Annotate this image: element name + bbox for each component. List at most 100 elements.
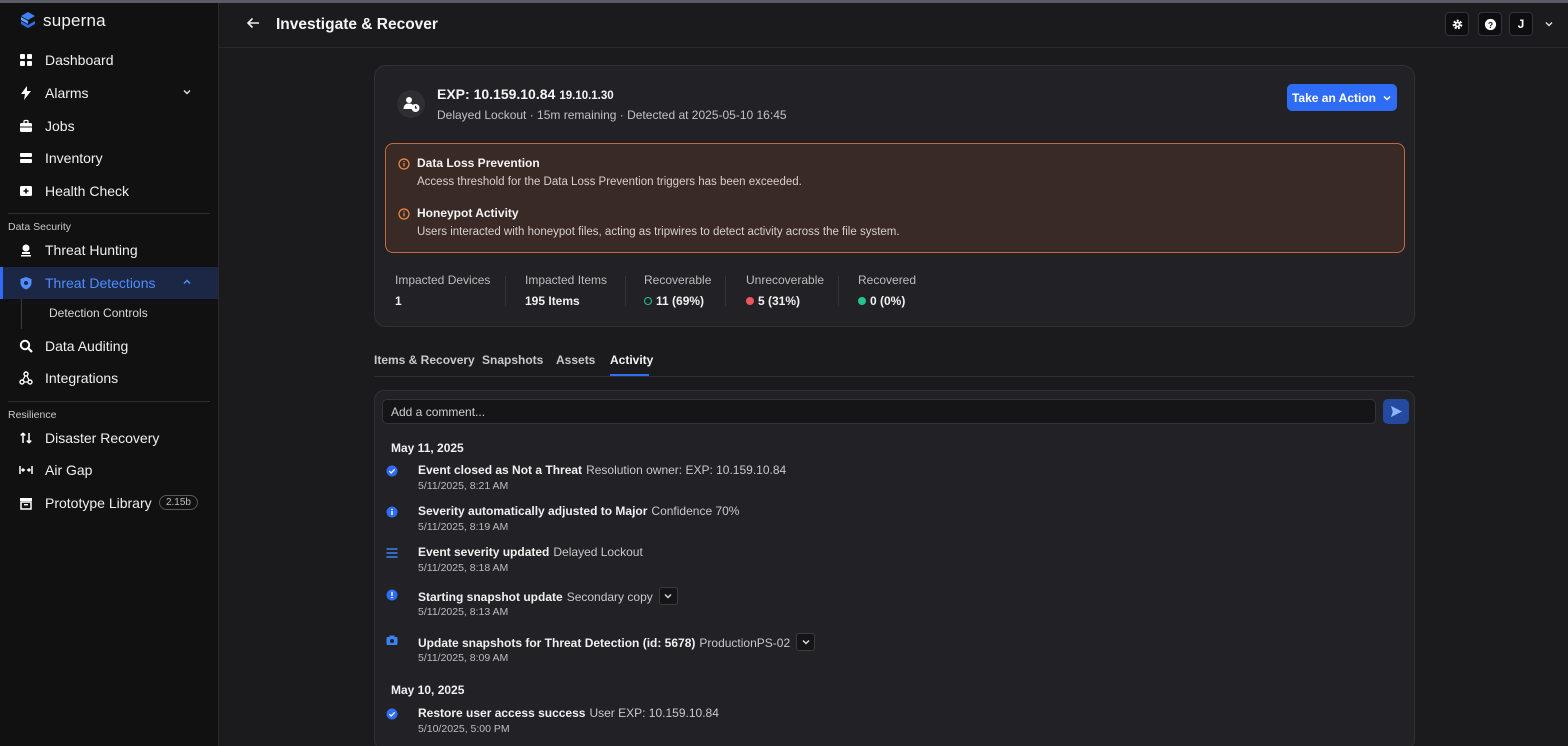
sidebar-item-label: Disaster Recovery <box>45 430 160 446</box>
brand-logo[interactable]: superna <box>19 11 106 31</box>
grid-icon <box>19 53 33 67</box>
tab-activity[interactable]: Activity <box>610 353 653 367</box>
chevron-down-icon[interactable] <box>1544 19 1554 29</box>
expand-button[interactable] <box>796 633 816 651</box>
stat-impacted-devices: Impacted Devices 1 <box>395 273 490 308</box>
activity-entry-detail: Secondary copy <box>566 590 653 605</box>
sidebar-item-label: Integrations <box>45 370 119 386</box>
activity-entry-detail: Delayed Lockout <box>553 545 643 559</box>
stat-label: Unrecoverable <box>746 273 825 287</box>
camera-icon <box>385 633 399 647</box>
sidebar: superna Dashboard Alarms Jobs Inventory … <box>0 3 219 746</box>
tab-assets[interactable]: Assets <box>556 353 595 367</box>
sidebar-item-health-check[interactable]: Health Check <box>0 175 218 207</box>
sidebar-item-label: Alarms <box>45 85 89 101</box>
page-title: Investigate & Recover <box>276 16 438 33</box>
back-arrow-icon[interactable] <box>246 16 260 30</box>
sidebar-item-threat-detections[interactable]: Threat Detections <box>0 267 218 299</box>
app-window: superna Dashboard Alarms Jobs Inventory … <box>0 0 1568 746</box>
stat-value: 0 (0%) <box>858 294 916 308</box>
question-icon: ? <box>1484 18 1496 30</box>
stat-value: 195 Items <box>525 294 580 308</box>
comment-input[interactable] <box>382 399 1376 424</box>
send-icon <box>1390 405 1402 418</box>
stat-value: 1 <box>395 294 402 308</box>
alert-title: Honeypot Activity <box>417 206 519 220</box>
chevron-down-icon <box>664 594 672 599</box>
sidebar-item-integrations[interactable]: Integrations <box>0 362 218 394</box>
sidebar-item-label: Health Check <box>45 183 130 199</box>
warning-info-icon <box>398 208 410 220</box>
activity-entry-title: Starting snapshot update Secondary copy <box>418 587 678 607</box>
activity-entry-detail: ProductionPS-02 <box>699 636 791 651</box>
list-icon <box>385 546 399 560</box>
help-button[interactable]: ? <box>1478 12 1502 36</box>
activity-day-heading: May 11, 2025 <box>391 441 464 455</box>
stat-divider <box>625 276 626 306</box>
activity-entry-title: Restore user access success User EXP: 10.… <box>418 706 719 720</box>
avatar[interactable]: J <box>1509 12 1533 36</box>
sidebar-item-dashboard[interactable]: Dashboard <box>0 44 218 76</box>
sidebar-subitem-detection-controls[interactable]: Detection Controls <box>49 306 148 320</box>
activity-entry-time: 5/11/2025, 8:18 AM <box>418 562 509 574</box>
sidebar-item-inventory[interactable]: Inventory <box>0 142 218 174</box>
briefcase-icon <box>19 119 33 133</box>
activity-entry-detail: Confidence 70% <box>651 504 740 518</box>
sidebar-item-alarms[interactable]: Alarms <box>0 77 218 109</box>
activity-entry-time: 5/11/2025, 8:19 AM <box>418 521 509 533</box>
stat-label: Recoverable <box>644 273 712 287</box>
info-icon <box>385 588 399 602</box>
alert-description: Users interacted with honeypot files, ac… <box>417 226 900 238</box>
event-summary-card: EXP: 10.159.10.84 19.10.1.30 Delayed Lock… <box>374 65 1415 327</box>
expand-button[interactable] <box>658 587 678 605</box>
activity-entry-title: Update snapshots for Threat Detection (i… <box>418 633 816 653</box>
activity-entry-title: Event severity updated Delayed Lockout <box>418 545 643 559</box>
activity-entry-time: 5/10/2025, 5:00 PM <box>418 723 510 735</box>
chevron-down-icon[interactable] <box>182 87 192 97</box>
sidebar-item-prototype-library[interactable]: Prototype Library 2.15b <box>0 487 218 519</box>
stat-label: Recovered <box>858 273 917 287</box>
active-tab-indicator <box>610 374 649 376</box>
library-icon <box>19 496 33 510</box>
sidebar-item-jobs[interactable]: Jobs <box>0 110 218 142</box>
activity-day-heading: May 10, 2025 <box>391 683 465 697</box>
sidebar-divider <box>8 401 210 402</box>
version-badge: 2.15b <box>158 495 198 510</box>
activity-entry-time: 5/11/2025, 8:21 AM <box>418 480 509 492</box>
status-dot <box>858 297 866 305</box>
activity-entry-detail: User EXP: 10.159.10.84 <box>589 706 719 720</box>
brand-name: superna <box>43 11 106 30</box>
integrations-icon <box>19 371 33 385</box>
sidebar-item-disaster-recovery[interactable]: Disaster Recovery <box>0 422 218 454</box>
activity-entry-time: 5/11/2025, 8:09 AM <box>418 652 509 664</box>
stat-label: Impacted Items <box>525 273 608 287</box>
sidebar-divider <box>8 213 210 214</box>
gear-icon <box>1452 19 1462 29</box>
chevron-up-icon[interactable] <box>182 277 192 287</box>
section-label-resilience: Resilience <box>8 409 57 421</box>
sidebar-item-label: Threat Hunting <box>45 242 138 258</box>
sidebar-item-data-auditing[interactable]: Data Auditing <box>0 330 218 362</box>
stat-unrecoverable: Unrecoverable 5 (31%) <box>746 273 824 308</box>
send-button[interactable] <box>1383 399 1409 424</box>
alert-box: Data Loss Prevention Access threshold fo… <box>385 143 1405 253</box>
swap-icon <box>19 431 33 445</box>
tab-snapshots[interactable]: Snapshots <box>482 353 543 367</box>
settings-button[interactable] <box>1445 12 1469 36</box>
threat-hunting-icon <box>19 243 33 257</box>
activity-entry-title: Event closed as Not a Threat Resolution o… <box>418 463 787 477</box>
event-ip: 19.10.1.30 <box>559 90 614 102</box>
activity-entry-detail: Resolution owner: EXP: 10.159.10.84 <box>586 463 787 477</box>
tab-bar: Items & Recovery Snapshots Assets Activi… <box>374 353 1415 377</box>
sidebar-item-label: Threat Detections <box>45 275 156 291</box>
tab-items-recovery[interactable]: Items & Recovery <box>374 353 475 367</box>
event-title: EXP: 10.159.10.84 19.10.1.30 <box>437 86 614 102</box>
sidebar-item-threat-hunting[interactable]: Threat Hunting <box>0 234 218 266</box>
check-circle-icon <box>385 707 399 721</box>
warning-info-icon <box>398 158 410 170</box>
sidebar-item-label: Data Auditing <box>45 338 129 354</box>
section-label-data-security: Data Security <box>8 221 72 233</box>
sidebar-item-air-gap[interactable]: Air Gap <box>0 454 218 486</box>
activity-panel: May 11, 2025 Event closed as Not a Threa… <box>374 390 1415 746</box>
take-action-button[interactable]: Take an Action <box>1287 84 1397 111</box>
